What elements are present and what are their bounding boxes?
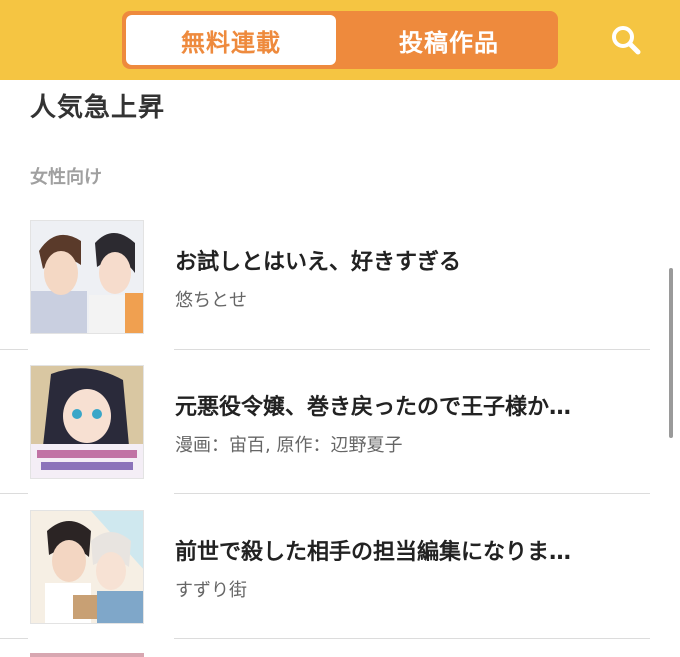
scrollbar[interactable] bbox=[669, 268, 673, 438]
comic-thumbnail[interactable] bbox=[30, 510, 144, 624]
item-author: 悠ちとせ bbox=[175, 290, 247, 311]
cover-illustration bbox=[31, 221, 143, 333]
tab-free-serial[interactable]: 無料連載 bbox=[126, 15, 336, 65]
comic-thumbnail[interactable] bbox=[30, 365, 144, 479]
search-button[interactable] bbox=[606, 20, 646, 60]
search-icon bbox=[612, 26, 641, 55]
header-bar: 無料連載 投稿作品 bbox=[0, 0, 680, 80]
segmented-control: 無料連載 投稿作品 bbox=[122, 11, 558, 69]
list-item[interactable]: 元悪役令嬢、巻き戻ったので王子様か… 漫画：宙百, 原作：辺野夏子 bbox=[0, 365, 680, 510]
item-title[interactable]: お試しとはいえ、好きすぎる bbox=[175, 244, 635, 276]
list-item[interactable]: 前世で殺した相手の担当編集になりま… すずり街 bbox=[0, 510, 680, 655]
section-title: 人気急上昇 bbox=[30, 93, 166, 123]
page: 無料連載 投稿作品 人気急上昇 女性向け お試しとはいえ、好きすぎる 悠ちとせ … bbox=[0, 0, 680, 657]
item-title[interactable]: 前世で殺した相手の担当編集になりま… bbox=[175, 534, 635, 566]
list-item[interactable]: お試しとはいえ、好きすぎる 悠ちとせ bbox=[0, 220, 680, 365]
divider bbox=[174, 638, 650, 639]
cover-illustration bbox=[31, 511, 143, 623]
item-author: 漫画：宙百, 原作：辺野夏子 bbox=[175, 435, 403, 456]
divider bbox=[174, 349, 650, 350]
subsection-title: 女性向け bbox=[30, 167, 102, 188]
item-title[interactable]: 元悪役令嬢、巻き戻ったので王子様か… bbox=[175, 389, 635, 421]
cover-illustration bbox=[31, 366, 143, 478]
divider bbox=[0, 349, 28, 350]
divider bbox=[0, 638, 28, 639]
divider bbox=[0, 493, 28, 494]
next-thumbnail-peek bbox=[30, 653, 144, 657]
item-author: すずり街 bbox=[175, 580, 247, 601]
divider bbox=[174, 493, 650, 494]
comic-thumbnail[interactable] bbox=[30, 220, 144, 334]
tab-posted-works[interactable]: 投稿作品 bbox=[340, 11, 558, 69]
